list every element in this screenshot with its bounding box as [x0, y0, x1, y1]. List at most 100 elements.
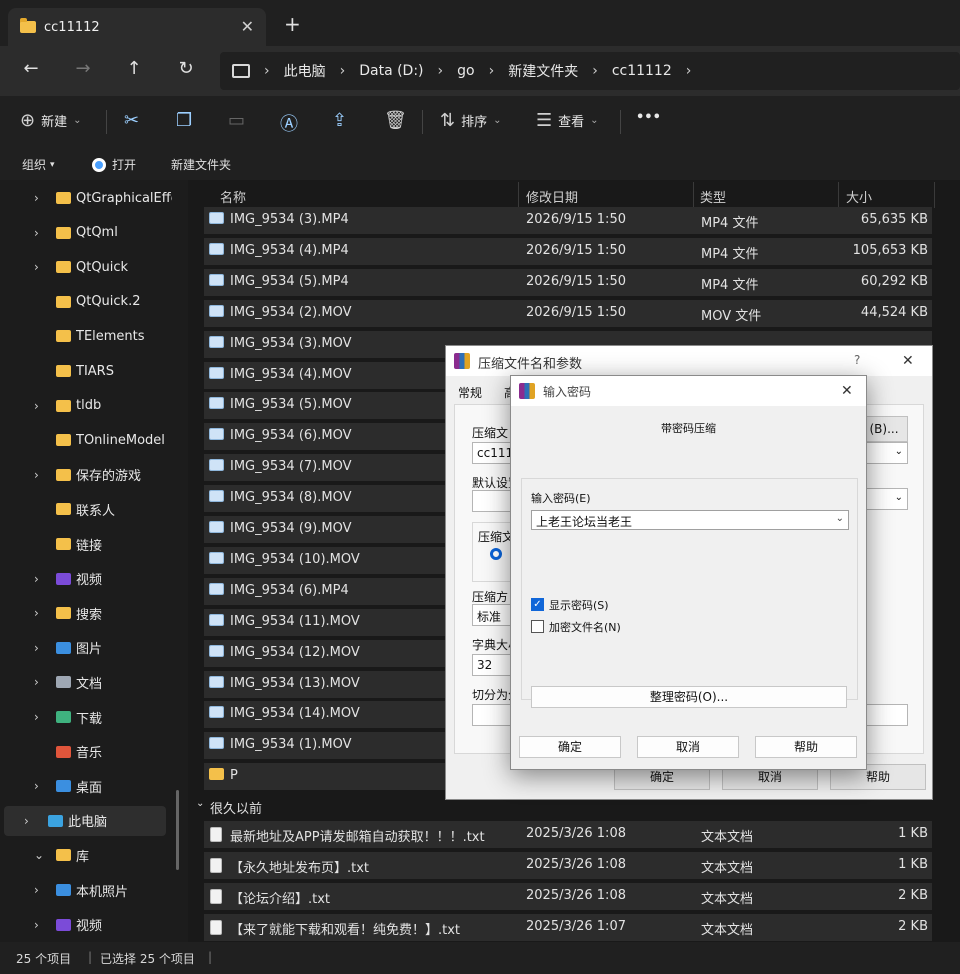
sidebar-item[interactable]: TElements [0, 321, 180, 351]
cut-button[interactable]: ✂ [124, 110, 145, 131]
more-options-button[interactable]: ••• [636, 110, 661, 125]
copy-button[interactable]: ❐ [176, 110, 198, 131]
file-row[interactable]: 【永久地址发布页】.txt 2025/3/26 1:08 文本文档 1 KB [204, 852, 932, 879]
tab-general[interactable]: 常规 [458, 384, 482, 401]
sidebar-item[interactable]: › 视频 [0, 910, 180, 940]
tab-cc11112[interactable]: cc11112 ✕ [8, 8, 266, 46]
show-password-checkbox[interactable]: ✓ [531, 598, 544, 611]
sidebar-item[interactable]: › 文档 [0, 667, 180, 697]
up-button[interactable]: ↑ [121, 58, 147, 79]
chevron-right-icon[interactable]: › [34, 779, 39, 793]
sidebar-item[interactable]: › 此电脑 [4, 805, 166, 836]
chevron-right-icon[interactable]: › [34, 641, 39, 655]
password-input[interactable]: 上老王论坛当老王 ⌄ [531, 510, 849, 530]
password-field-stub[interactable] [860, 704, 908, 726]
file-row[interactable]: IMG_9534 (3).MP4 2026/9/15 1:50 MP4 文件 65,6… [204, 207, 932, 234]
sidebar-item[interactable]: › 视频 [0, 564, 180, 594]
share-button[interactable]: ⇪ [332, 110, 353, 131]
chevron-down-icon[interactable]: ⌄ [836, 513, 844, 524]
sidebar-item[interactable]: › QtQuick [0, 252, 180, 282]
sidebar-item[interactable]: › QtGraphicalEffects [0, 183, 180, 213]
organize-button[interactable]: 组织 ▾ [22, 156, 55, 173]
view-button[interactable]: ☰ 查看 ⌄ [536, 110, 599, 131]
close-icon[interactable]: ✕ [241, 17, 254, 36]
scrollbar[interactable] [176, 790, 179, 870]
chevron-right-icon[interactable]: › [34, 918, 39, 932]
method-select[interactable]: 标准 [472, 604, 512, 626]
refresh-button[interactable]: ↻ [173, 58, 199, 79]
sort-button[interactable]: ⇅ 排序 ⌄ [440, 110, 502, 131]
sidebar-item[interactable]: TOnlineModel [0, 425, 180, 455]
manage-passwords-button[interactable]: 整理密码(O)... [531, 686, 847, 708]
file-row[interactable]: IMG_9534 (5).MP4 2026/9/15 1:50 MP4 文件 60,2… [204, 268, 932, 296]
new-folder-button[interactable]: 新建文件夹 [171, 156, 231, 173]
sidebar-item[interactable]: ⌄ 库 [0, 840, 180, 870]
split-input[interactable] [472, 704, 512, 726]
file-row[interactable]: 【论坛介绍】.txt 2025/3/26 1:08 文本文档 2 KB [204, 883, 932, 910]
sidebar-item[interactable]: › 下载 [0, 702, 180, 732]
sidebar-item[interactable]: › 桌面 [0, 771, 180, 801]
chevron-right-icon[interactable]: › [34, 399, 39, 413]
chevron-down-icon[interactable]: ⌄ [34, 848, 44, 862]
column-name[interactable]: 名称 [220, 187, 246, 206]
file-name: IMG_9534 (10).MOV [230, 551, 360, 567]
chevron-right-icon[interactable]: › [34, 260, 39, 274]
close-icon[interactable]: ✕ [902, 353, 914, 369]
chevron-right-icon[interactable]: › [34, 883, 39, 897]
chevron-right-icon[interactable]: › [686, 63, 692, 79]
new-tab-button[interactable]: + [284, 12, 301, 36]
back-button[interactable]: ← [18, 58, 44, 79]
breadcrumb-cc11112[interactable]: cc11112 [612, 63, 672, 79]
update-mode-select[interactable]: ⌄ [860, 442, 908, 464]
new-button[interactable]: ⊕ 新建 ⌄ [20, 110, 82, 131]
ok-button[interactable]: 确定 [519, 736, 621, 758]
file-row[interactable]: 最新地址及APP请发邮箱自动获取！！！.txt 2025/3/26 1:08 文本文… [204, 821, 932, 848]
browse-button[interactable]: (B)... [860, 416, 908, 442]
breadcrumb-data-d[interactable]: Data (D:) [359, 63, 423, 79]
cancel-button[interactable]: 取消 [637, 736, 739, 758]
sidebar-item[interactable]: › tldb [0, 391, 180, 421]
chevron-right-icon[interactable]: › [34, 468, 39, 482]
column-size[interactable]: 大小 [846, 187, 872, 206]
breadcrumb-go[interactable]: go [457, 63, 474, 79]
sidebar-item[interactable]: QtQuick.2 [0, 287, 180, 317]
encrypt-names-checkbox[interactable] [531, 620, 544, 633]
profile-select[interactable] [472, 490, 512, 512]
sidebar-item[interactable]: › 保存的游戏 [0, 460, 180, 490]
secondary-toolbar: 组织 ▾ 打开 新建文件夹 [0, 148, 960, 180]
sidebar-item[interactable]: 联系人 [0, 494, 180, 524]
help-icon[interactable]: ? [854, 353, 860, 367]
sidebar-item[interactable]: 音乐 [0, 737, 180, 767]
chevron-right-icon[interactable]: › [34, 572, 39, 586]
dictionary-select[interactable]: 32 [472, 654, 512, 676]
close-icon[interactable]: ✕ [841, 383, 853, 399]
rename-button[interactable]: Ⓐ [280, 110, 304, 136]
help-button[interactable]: 帮助 [755, 736, 857, 758]
file-row[interactable]: IMG_9534 (2).MOV 2026/9/15 1:50 MOV 文件 44,5… [204, 299, 932, 327]
sidebar-item[interactable]: › QtQml [0, 218, 180, 248]
forward-button[interactable]: → [70, 58, 96, 79]
address-bar[interactable]: › 此电脑 › Data (D:) › go › 新建文件夹 › cc11112… [220, 52, 960, 90]
chevron-right-icon[interactable]: › [34, 710, 39, 724]
chevron-right-icon[interactable]: › [34, 226, 39, 240]
breadcrumb-this-pc[interactable]: 此电脑 [284, 61, 326, 81]
chevron-right-icon[interactable]: › [34, 675, 39, 689]
format-radio[interactable] [490, 548, 502, 560]
sidebar-item[interactable]: › 图片 [0, 633, 180, 663]
file-row[interactable]: 【来了就能下载和观看！纯免费！】.txt 2025/3/26 1:07 文本文档 2 … [204, 914, 932, 941]
options-select[interactable]: ⌄ [860, 488, 908, 510]
column-type[interactable]: 类型 [700, 187, 726, 206]
chevron-right-icon[interactable]: › [34, 191, 39, 205]
sidebar-item[interactable]: TIARS [0, 356, 180, 386]
breadcrumb-new-folder[interactable]: 新建文件夹 [508, 61, 578, 81]
sidebar-item[interactable]: › 搜索 [0, 598, 180, 628]
delete-button[interactable]: 🗑 [384, 110, 413, 131]
file-row[interactable]: IMG_9534 (4).MP4 2026/9/15 1:50 MP4 文件 105,… [204, 237, 932, 265]
sidebar-item[interactable]: 链接 [0, 529, 180, 559]
open-button[interactable]: 打开 [92, 156, 136, 173]
column-date[interactable]: 修改日期 [526, 187, 578, 206]
paste-button[interactable]: ▭ [228, 110, 251, 131]
chevron-right-icon[interactable]: › [24, 814, 29, 828]
sidebar-item[interactable]: › 本机照片 [0, 875, 180, 905]
chevron-right-icon[interactable]: › [34, 606, 39, 620]
